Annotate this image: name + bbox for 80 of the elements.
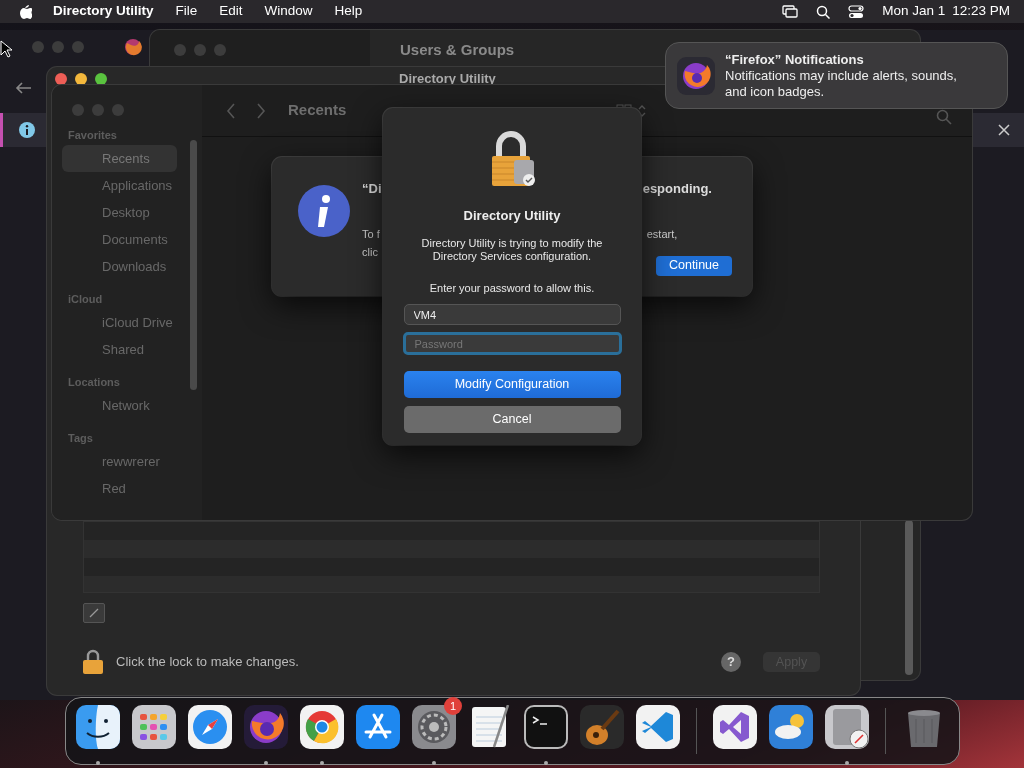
help-button[interactable]: ?: [721, 652, 741, 672]
menu-item[interactable]: Edit: [219, 1, 243, 22]
status-text: Click the lock to make changes.: [116, 653, 299, 672]
browser-icon: [300, 705, 344, 749]
cursor-icon: [0, 39, 12, 58]
browser-icon: [124, 38, 142, 56]
sidebar-item[interactable]: Recents: [62, 145, 177, 172]
menu-clock[interactable]: Mon Jan 1: [882, 1, 946, 22]
section-heading: Locations: [68, 375, 121, 389]
sidebar-item[interactable]: Documents: [62, 226, 177, 253]
running-indicator: [96, 761, 100, 765]
menu-item[interactable]: File: [175, 1, 198, 22]
app-grid-icon: [132, 705, 176, 749]
window-control[interactable]: [75, 73, 87, 85]
notification-text: Notifications may include alerts, sounds, and icon badges.: [725, 67, 958, 100]
alert-text: clic: [362, 246, 378, 258]
window-title: Users & Groups: [400, 39, 515, 60]
alert-title: “Di: [362, 180, 382, 198]
section-heading: Favorites: [68, 128, 118, 142]
sidebar-item[interactable]: Network: [62, 392, 177, 419]
cancel-button[interactable]: Cancel: [403, 406, 621, 433]
alert-title: esponding.: [642, 180, 712, 198]
modify-button[interactable]: Modify Configuration: [403, 371, 621, 398]
section-heading: Tags: [68, 431, 94, 445]
notification-badge: 1: [444, 697, 462, 715]
apple-icon: [18, 3, 32, 20]
close-button[interactable]: [998, 124, 1010, 136]
terminal-icon: [524, 705, 568, 749]
sidebar-item[interactable]: Shared: [62, 336, 177, 363]
window-control[interactable]: [55, 73, 67, 85]
sidebar-item[interactable]: rewwrerer: [62, 448, 177, 475]
running-indicator: [845, 761, 849, 765]
menu-item[interactable]: Help: [334, 1, 363, 22]
close-icon: [998, 124, 1010, 136]
dialog-prompt: Enter your password to allow this.: [429, 280, 595, 296]
continue-button[interactable]: Continue: [656, 255, 732, 276]
dialog-title: Directory Utility: [463, 207, 561, 225]
username-field[interactable]: VM4: [403, 304, 621, 325]
code-editor-icon: [636, 705, 680, 749]
back-icon[interactable]: [14, 81, 32, 95]
sidebar-item[interactable]: Red: [62, 475, 177, 502]
browser-icon: [677, 56, 715, 95]
browser-icon: [244, 705, 288, 749]
sidebar-item[interactable]: iCloud Drive: [62, 309, 177, 336]
section-heading: iCloud: [68, 292, 104, 306]
app-store-icon: [356, 705, 400, 749]
pencil-icon: [88, 607, 100, 619]
lock-icon: [82, 649, 104, 675]
sidebar-item[interactable]: Desktop: [62, 199, 177, 226]
menu-clock[interactable]: 12:23 PM: [952, 1, 1010, 22]
notification-banner[interactable]: “Firefox” Notifications Notifications may include alerts, sounds, and icon badges.: [665, 42, 1008, 109]
info-icon: [298, 185, 350, 237]
password-field[interactable]: Password: [402, 332, 622, 355]
running-indicator: [264, 761, 268, 765]
guitar-icon: [580, 705, 624, 749]
running-indicator: [432, 761, 436, 765]
compass-icon: [188, 705, 232, 749]
utility-icon: [825, 705, 869, 749]
code-editor-icon: [713, 705, 757, 749]
menu-item[interactable]: Window: [264, 1, 313, 22]
window-title: Directory Utility: [399, 70, 496, 89]
screens-icon[interactable]: [782, 4, 799, 19]
window-control[interactable]: [95, 73, 107, 85]
location-title: Recents: [288, 100, 347, 121]
sidebar-item[interactable]: Downloads: [62, 253, 177, 280]
search-icon[interactable]: [816, 4, 831, 19]
weather-icon: [769, 705, 813, 749]
face-icon: [76, 705, 120, 749]
sidebar-item[interactable]: Applications: [62, 172, 177, 199]
toggles-icon[interactable]: [848, 4, 865, 19]
running-indicator: [544, 761, 548, 765]
alert-text: To f: [362, 226, 380, 242]
notification-title: “Firefox” Notifications: [725, 51, 865, 68]
dialog-message: Directory Utility is trying to modify the Directory Services configuration.: [420, 236, 604, 263]
info-icon: [18, 121, 36, 139]
alert-text: estart,: [646, 226, 678, 242]
running-indicator: [320, 761, 324, 765]
scrollbar[interactable]: [190, 140, 197, 390]
app-menu[interactable]: Directory Utility: [53, 1, 154, 22]
scrollbar[interactable]: [905, 520, 913, 675]
